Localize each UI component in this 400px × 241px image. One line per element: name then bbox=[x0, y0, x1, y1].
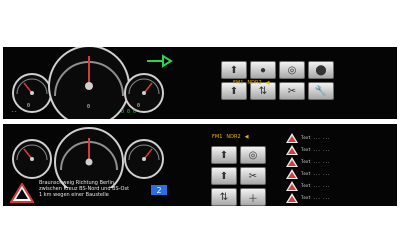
warning-text: Text ... ... bbox=[301, 147, 330, 152]
button-scissors-bottom[interactable]: ✂ bbox=[240, 167, 266, 185]
direction-arrow-icon bbox=[147, 54, 173, 68]
warnings-list: Text ... ... Text ... ... Text ... ... T… bbox=[286, 132, 330, 203]
button-blob[interactable]: ⬤ bbox=[308, 61, 334, 79]
warning-text: Text ... ... bbox=[301, 135, 330, 140]
warning-item[interactable]: Text ... ... bbox=[286, 132, 330, 143]
warning-text: Text ... ... bbox=[301, 171, 330, 176]
small-gauge-right-readout: 0 bbox=[137, 103, 141, 109]
warning-text: Text ... ... bbox=[301, 195, 330, 200]
button-plus[interactable]: ＋ bbox=[240, 188, 266, 206]
button-ring-bottom[interactable]: ◎ bbox=[240, 146, 266, 164]
button-arrow-up[interactable]: ⬆ bbox=[221, 61, 247, 79]
dashboard-panel-bottom: Braunschweig Richtung Berlin zwischen Kr… bbox=[3, 124, 397, 206]
speed-readout: 0 bbox=[87, 104, 91, 110]
readout-b: -- bbox=[31, 109, 38, 115]
warning-item[interactable]: Text ... ... bbox=[286, 168, 330, 179]
button-ring[interactable]: ◎ bbox=[279, 61, 305, 79]
message-count-badge: 2 bbox=[151, 185, 167, 195]
warning-triangle-icon bbox=[286, 144, 298, 155]
traffic-message: Braunschweig Richtung Berlin zwischen Kr… bbox=[39, 180, 130, 198]
fm-label: FM1 bbox=[233, 80, 244, 86]
dashboard-panel-top: 0 0 0 -- -- 0 0 0 ⬆ ● ◎ ⬤ ⬆ ⇅ ✂ 🔧 FM1 ND… bbox=[3, 47, 397, 119]
warning-text: Text ... ... bbox=[301, 159, 330, 164]
warning-triangle-icon bbox=[286, 132, 298, 143]
button-wrench[interactable]: 🔧 bbox=[308, 82, 334, 100]
ndr-label: NDR2 bbox=[247, 80, 262, 86]
center-control-grid: ⬆ ◎ ⬆ ✂ ⇅ ＋ bbox=[211, 146, 266, 206]
mode-row-bottom: FM1 NDR2 ◀ bbox=[212, 134, 248, 140]
warning-text: Text ... ... bbox=[301, 183, 330, 188]
button-double-bottom[interactable]: ⇅ bbox=[211, 188, 237, 206]
fm-label-bottom: FM1 bbox=[212, 134, 223, 140]
speaker-icon-bottom: ◀ bbox=[244, 134, 249, 140]
status-text: 0 0 0 bbox=[121, 109, 137, 115]
warning-triangle-icon bbox=[286, 180, 298, 191]
button-arrow-up-bottom-2[interactable]: ⬆ bbox=[211, 167, 237, 185]
warning-triangle-icon bbox=[286, 168, 298, 179]
warning-item[interactable]: Text ... ... bbox=[286, 156, 330, 167]
ndr-label-bottom: NDR2 bbox=[226, 134, 241, 140]
button-scissors[interactable]: ✂ bbox=[279, 82, 305, 100]
speaker-icon: ◀ bbox=[265, 80, 270, 86]
small-gauge-left-readout: 0 bbox=[27, 103, 31, 109]
mode-row-top: FM1 NDR2 ◀ bbox=[233, 80, 269, 86]
warning-triangle-icon bbox=[286, 156, 298, 167]
warning-item[interactable]: Text ... ... bbox=[286, 144, 330, 155]
button-circle[interactable]: ● bbox=[250, 61, 276, 79]
readout-a: -- bbox=[11, 109, 18, 115]
small-gauge-right-bottom bbox=[124, 139, 164, 179]
button-arrow-up-bottom[interactable]: ⬆ bbox=[211, 146, 237, 164]
warning-icon bbox=[10, 183, 34, 203]
warning-item[interactable]: Text ... ... bbox=[286, 180, 330, 191]
warning-item[interactable]: Text ... ... bbox=[286, 192, 330, 203]
warning-triangle-icon bbox=[286, 192, 298, 203]
